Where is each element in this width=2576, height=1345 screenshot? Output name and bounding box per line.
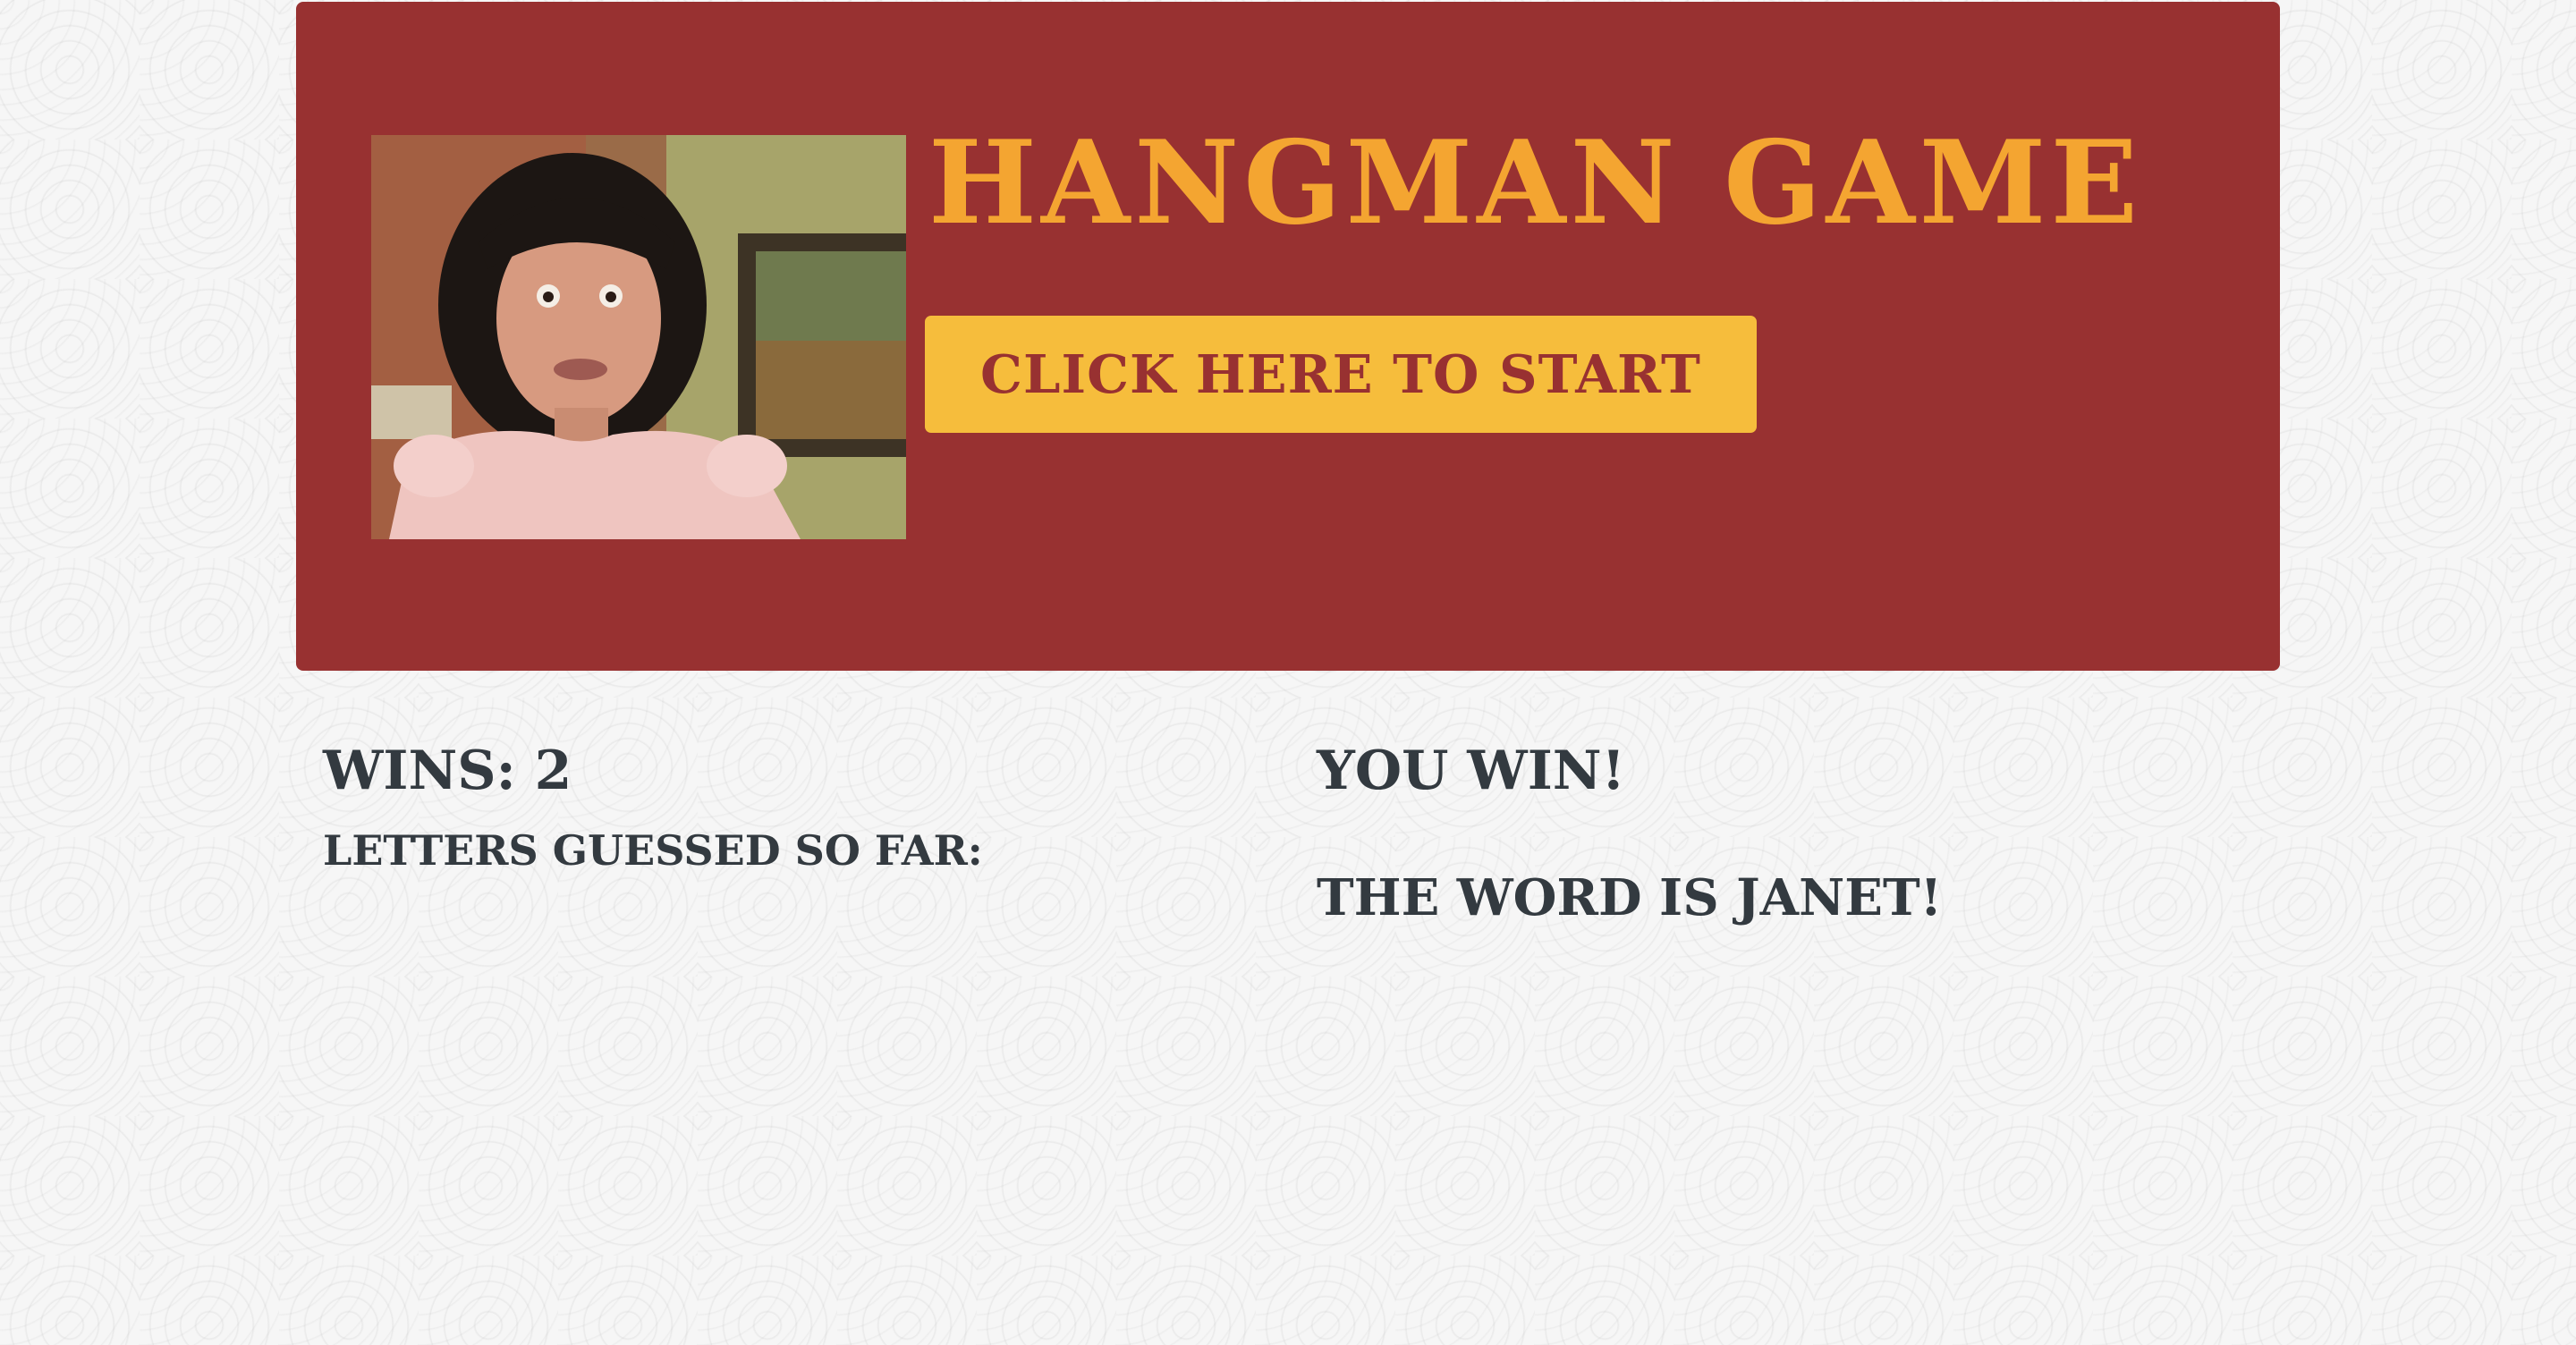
wins-counter: WINS: 2: [323, 740, 572, 802]
start-game-button[interactable]: CLICK HERE TO START: [925, 316, 1757, 433]
character-photo-image: [371, 135, 906, 539]
page-title: HANGMAN GAME: [928, 116, 2142, 250]
character-photo: [371, 135, 906, 539]
letters-guessed-label: LETTERS GUESSED SO FAR:: [323, 826, 983, 875]
word-reveal: THE WORD IS JANET!: [1317, 868, 1943, 927]
header-banner: HANGMAN GAME CLICK HERE TO START: [296, 2, 2280, 671]
result-message: YOU WIN!: [1317, 740, 1625, 802]
